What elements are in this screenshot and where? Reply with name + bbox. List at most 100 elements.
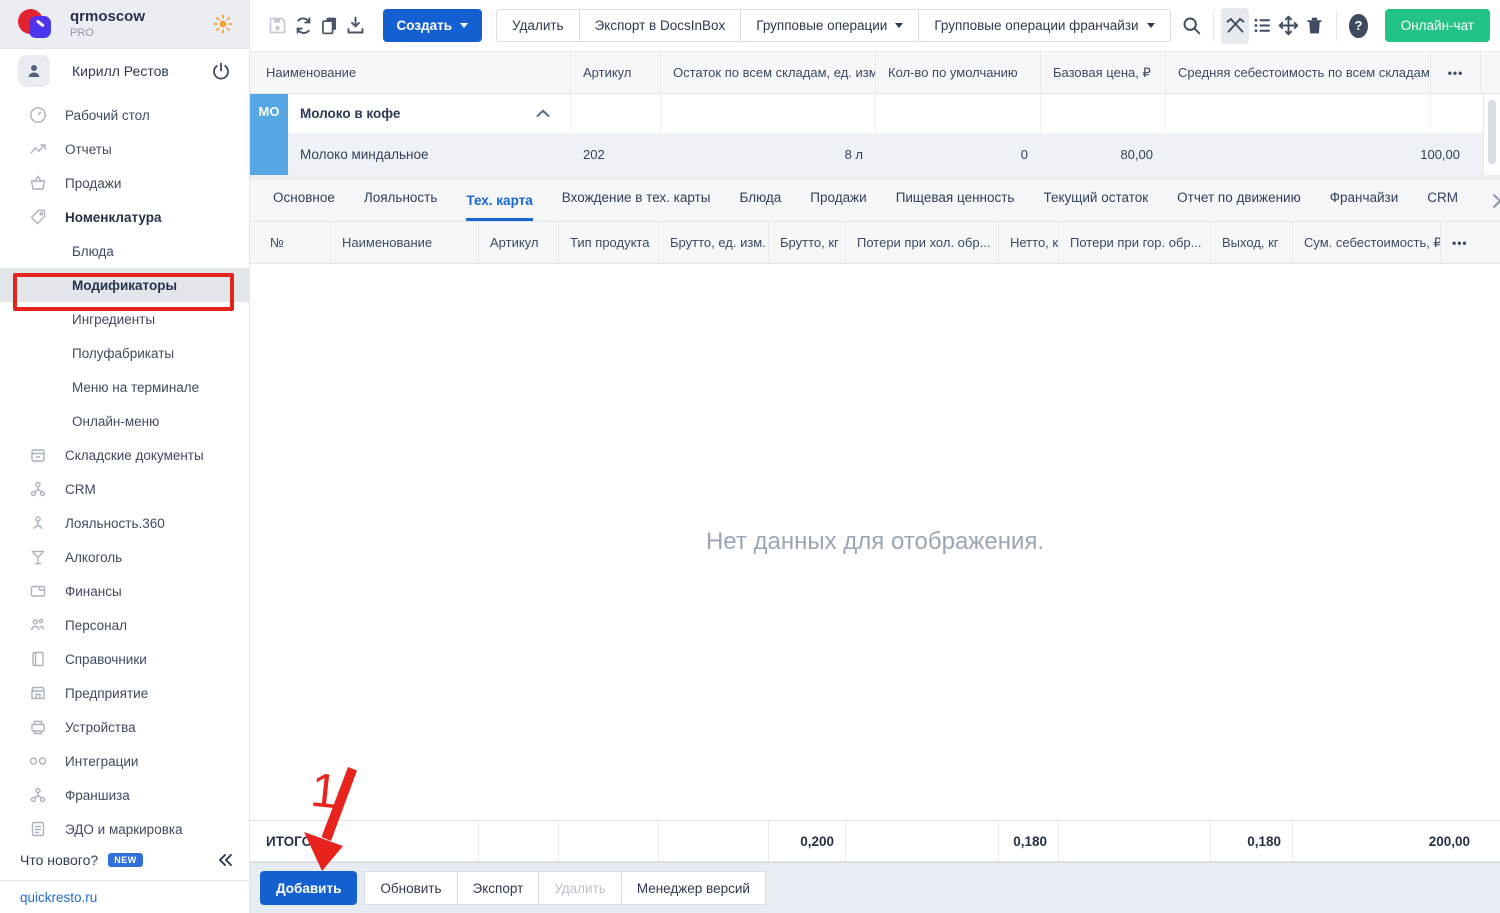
- sidebar-item-modifiers[interactable]: Модификаторы: [0, 268, 249, 302]
- close-icon[interactable]: [1487, 188, 1500, 214]
- column-header-name[interactable]: Наименование: [250, 52, 570, 93]
- chevron-down-icon: [895, 23, 903, 28]
- detail-col-product-type[interactable]: Тип продукта: [558, 222, 658, 263]
- tag-icon: [28, 208, 48, 226]
- whats-new-link[interactable]: Что нового?: [20, 852, 98, 868]
- sidebar-item-semifinished[interactable]: Полуфабрикаты: [0, 336, 249, 370]
- detail-col-name[interactable]: Наименование: [330, 222, 478, 263]
- detail-col-total-cost[interactable]: Сум. себестоимость, ₽: [1292, 222, 1440, 263]
- detail-col-hot-loss[interactable]: Потери при гор. обр...: [1058, 222, 1210, 263]
- chevron-down-icon: [1147, 23, 1155, 28]
- list-view-icon[interactable]: [1249, 15, 1275, 36]
- column-settings-button[interactable]: •••: [1430, 52, 1480, 93]
- sidebar-item-label: Устройства: [65, 720, 136, 735]
- move-icon[interactable]: [1275, 15, 1301, 36]
- tab-sales[interactable]: Продажи: [810, 190, 866, 221]
- book-icon: [28, 650, 48, 668]
- group-operations-franchise-button[interactable]: Групповые операции франчайзи: [918, 9, 1170, 42]
- delete-button[interactable]: Удалить: [496, 9, 580, 42]
- group-row[interactable]: Молоко в кофе: [250, 94, 1500, 134]
- sidebar-item-reports[interactable]: Отчеты: [0, 132, 249, 166]
- theme-sun-icon[interactable]: [213, 14, 233, 34]
- trash-icon[interactable]: [1301, 15, 1327, 36]
- sidebar-item-alcohol[interactable]: Алкоголь: [0, 540, 249, 574]
- plan-label: PRO: [70, 27, 145, 39]
- product-row[interactable]: Молоко миндальное 202 8 л 0 80,00 100,00: [250, 134, 1500, 175]
- brand-name: qrmoscow: [70, 9, 145, 26]
- sidebar-item-label: Лояльность.360: [65, 516, 165, 531]
- sidebar-item-desktop[interactable]: Рабочий стол: [0, 98, 249, 132]
- sidebar-item-edo[interactable]: ЭДО и маркировка: [0, 812, 249, 846]
- sidebar-item-integrations[interactable]: Интеграции: [0, 744, 249, 778]
- sidebar: qrmoscow PRO Кирилл Рестов Рабочий стол: [0, 0, 250, 913]
- sidebar-item-terminal-menu[interactable]: Меню на терминале: [0, 370, 249, 404]
- logout-power-icon[interactable]: [211, 61, 231, 81]
- product-stock: 8 л: [660, 134, 875, 174]
- group-operations-button[interactable]: Групповые операции: [740, 9, 919, 42]
- online-chat-button[interactable]: Онлайн-чат: [1385, 9, 1490, 42]
- user-avatar[interactable]: [18, 55, 50, 87]
- tab-crm[interactable]: CRM: [1427, 190, 1458, 221]
- sidebar-item-nomenclature[interactable]: Номенклатура: [0, 200, 249, 234]
- sidebar-item-online-menu[interactable]: Онлайн-меню: [0, 404, 249, 438]
- detail-col-net-kg[interactable]: Нетто, кг: [998, 222, 1058, 263]
- scrollbar-thumb[interactable]: [1488, 100, 1496, 164]
- detail-column-settings-button[interactable]: •••: [1440, 222, 1500, 263]
- tab-franchisee[interactable]: Франчайзи: [1330, 190, 1399, 221]
- sidebar-item-dishes[interactable]: Блюда: [0, 234, 249, 268]
- search-icon[interactable]: [1179, 15, 1205, 36]
- tab-loyalty[interactable]: Лояльность: [364, 190, 438, 221]
- detail-col-output-kg[interactable]: Выход, кг: [1210, 222, 1292, 263]
- download-icon[interactable]: [342, 15, 368, 36]
- detail-col-gross-kg[interactable]: Брутто, кг: [768, 222, 845, 263]
- create-button[interactable]: Создать: [383, 9, 483, 42]
- sidebar-item-staff[interactable]: Персонал: [0, 608, 249, 642]
- detail-col-cold-loss[interactable]: Потери при хол. обр...: [845, 222, 998, 263]
- divider: [1336, 11, 1337, 41]
- column-header-base-price[interactable]: Базовая цена, ₽: [1040, 52, 1165, 93]
- export-button[interactable]: Экспорт: [457, 871, 540, 905]
- add-button[interactable]: Добавить: [260, 871, 357, 905]
- version-manager-button[interactable]: Менеджер версий: [621, 871, 766, 905]
- tab-dishes[interactable]: Блюда: [739, 190, 781, 221]
- chevron-down-icon: [460, 23, 468, 28]
- sidebar-item-label: Полуфабрикаты: [72, 346, 174, 361]
- sidebar-item-label: Справочники: [65, 652, 147, 667]
- help-icon[interactable]: ?: [1349, 14, 1367, 38]
- tab-current-stock[interactable]: Текущий остаток: [1043, 190, 1148, 221]
- sidebar-item-franchise[interactable]: Франшиза: [0, 778, 249, 812]
- tools-icon[interactable]: [1221, 8, 1249, 44]
- sidebar-item-devices[interactable]: Устройства: [0, 710, 249, 744]
- column-header-sku[interactable]: Артикул: [570, 52, 660, 93]
- footer-button-group: Обновить Экспорт Удалить Менеджер версий: [365, 871, 766, 905]
- detail-col-gross-unit[interactable]: Брутто, ед. изм.: [658, 222, 768, 263]
- tab-movement-report[interactable]: Отчет по движению: [1177, 190, 1301, 221]
- sidebar-item-sales[interactable]: Продажи: [0, 166, 249, 200]
- tab-tech-card-usage[interactable]: Вхождение в тех. карты: [562, 190, 711, 221]
- chevron-up-icon[interactable]: [536, 109, 558, 118]
- sidebar-item-loyalty360[interactable]: Лояльность.360: [0, 506, 249, 540]
- column-header-default-qty[interactable]: Кол-во по умолчанию: [875, 52, 1040, 93]
- tab-main[interactable]: Основное: [273, 190, 335, 221]
- tab-tech-card[interactable]: Тех. карта: [466, 193, 532, 221]
- detail-col-number[interactable]: №: [250, 222, 330, 263]
- collapse-sidebar-icon[interactable]: [217, 853, 233, 867]
- quickresto-link[interactable]: quickresto.ru: [20, 890, 97, 905]
- refresh-button[interactable]: Обновить: [364, 871, 457, 905]
- copy-icon[interactable]: [316, 15, 342, 36]
- sidebar-item-label: Франшиза: [65, 788, 130, 803]
- tab-nutrition[interactable]: Пищевая ценность: [896, 190, 1015, 221]
- sidebar-item-enterprise[interactable]: Предприятие: [0, 676, 249, 710]
- sidebar-item-finance[interactable]: Финансы: [0, 574, 249, 608]
- product-sku: 202: [570, 134, 660, 174]
- detail-col-sku[interactable]: Артикул: [478, 222, 558, 263]
- sidebar-item-crm[interactable]: CRM: [0, 472, 249, 506]
- sidebar-item-directories[interactable]: Справочники: [0, 642, 249, 676]
- storefront-icon: [28, 684, 48, 702]
- sidebar-item-warehouse-docs[interactable]: Складские документы: [0, 438, 249, 472]
- column-header-stock[interactable]: Остаток по всем складам, ед. изм.: [660, 52, 875, 93]
- sidebar-item-ingredients[interactable]: Ингредиенты: [0, 302, 249, 336]
- export-docsinbox-button[interactable]: Экспорт в DocsInBox: [579, 9, 742, 42]
- refresh-icon[interactable]: [290, 15, 316, 36]
- column-header-avg-cost[interactable]: Средняя себестоимость по всем складам, ₽: [1165, 52, 1430, 93]
